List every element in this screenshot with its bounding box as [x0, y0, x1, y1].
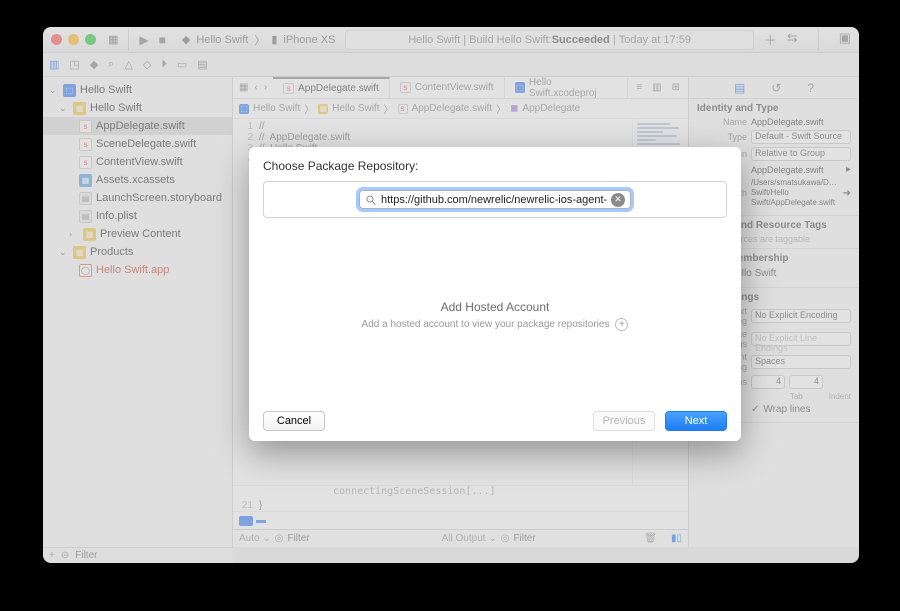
previous-button[interactable]: Previous: [593, 411, 655, 431]
clear-input-icon[interactable]: ✕: [611, 193, 625, 207]
package-url-input[interactable]: [377, 194, 611, 206]
add-hosted-account-icon[interactable]: +: [615, 318, 628, 331]
next-button[interactable]: Next: [665, 411, 727, 431]
hosted-title: Add Hosted Account: [441, 300, 550, 314]
cancel-button[interactable]: Cancel: [263, 411, 325, 431]
package-repo-sheet: Choose Package Repository: ✕ Add Hosted …: [249, 147, 741, 441]
search-icon: [365, 194, 377, 206]
package-url-field[interactable]: ✕: [359, 190, 631, 209]
hosted-sub: Add a hosted account to view your packag…: [362, 319, 610, 330]
sheet-title: Choose Package Repository:: [263, 159, 727, 173]
